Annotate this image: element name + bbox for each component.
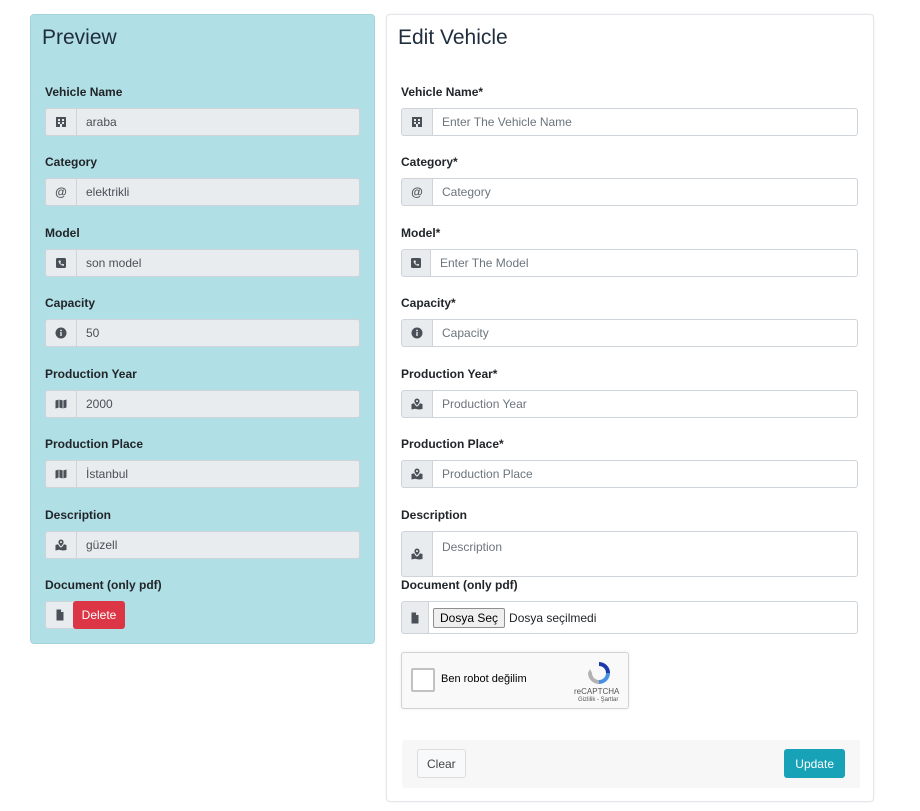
- recaptcha-brand: reCAPTCHA: [574, 687, 620, 696]
- description-label: Description: [401, 508, 468, 522]
- map-marked-icon: [45, 531, 76, 559]
- production-year-label: Production Year*: [401, 367, 498, 381]
- production-year-row: Production Year: [401, 390, 858, 418]
- edit-vehicle-card: Edit Vehicle Vehicle Name* Enter The Veh…: [386, 14, 874, 802]
- preview-vehicle-name-row: araba: [45, 108, 360, 136]
- preview-category-row: @ elektrikli: [45, 178, 360, 206]
- preview-category-value: elektrikli: [76, 178, 360, 206]
- phone-square-icon: [401, 249, 430, 277]
- info-circle-icon: [401, 319, 432, 347]
- map-icon: [45, 390, 76, 418]
- no-file-text: Dosya seçilmedi: [509, 610, 597, 625]
- production-place-input[interactable]: Production Place: [432, 460, 858, 488]
- production-place-row: Production Place: [401, 460, 858, 488]
- building-icon: [401, 108, 432, 136]
- vehicle-name-label: Vehicle Name*: [401, 85, 484, 99]
- map-icon: [45, 460, 76, 488]
- capacity-label: Capacity*: [401, 296, 456, 310]
- preview-model-row: son model: [45, 249, 360, 277]
- document-label: Document (only pdf): [401, 578, 518, 592]
- map-marked-icon: [401, 531, 432, 577]
- preview-description-row: güzell: [45, 531, 360, 559]
- preview-card: Preview Vehicle Name araba Category @ el…: [30, 14, 375, 644]
- model-row: Enter The Model: [401, 249, 858, 277]
- preview-vehicle-name-value: araba: [76, 108, 360, 136]
- edit-vehicle-title: Edit Vehicle: [398, 26, 508, 49]
- vehicle-name-input[interactable]: Enter The Vehicle Name: [432, 108, 858, 136]
- vehicle-name-row: Enter The Vehicle Name: [401, 108, 858, 136]
- preview-production-place-label: Production Place: [45, 437, 144, 451]
- building-icon: [45, 108, 76, 136]
- recaptcha-links[interactable]: Gizlilik - Şartlar: [578, 697, 618, 703]
- category-input[interactable]: Category: [432, 178, 858, 206]
- clear-button[interactable]: Clear: [417, 749, 466, 778]
- file-icon: [401, 601, 428, 634]
- preview-description-label: Description: [45, 508, 112, 522]
- delete-document-button[interactable]: Delete: [73, 601, 125, 629]
- model-input[interactable]: Enter The Model: [430, 249, 858, 277]
- recaptcha-label: Ben robot değilim: [441, 673, 527, 685]
- preview-production-year-value: 2000: [76, 390, 360, 418]
- preview-production-place-value: İstanbul: [76, 460, 360, 488]
- update-button[interactable]: Update: [784, 749, 845, 778]
- production-year-input[interactable]: Production Year: [432, 390, 858, 418]
- preview-capacity-row: 50: [45, 319, 360, 347]
- preview-model-label: Model: [45, 226, 80, 240]
- preview-description-value: güzell: [76, 531, 360, 559]
- preview-capacity-label: Capacity: [45, 296, 96, 310]
- preview-document-label: Document (only pdf): [45, 578, 162, 592]
- category-label: Category*: [401, 155, 458, 169]
- preview-title: Preview: [42, 26, 117, 49]
- at-icon: @: [45, 178, 76, 206]
- description-row: Description: [401, 531, 858, 577]
- info-circle-icon: [45, 319, 76, 347]
- preview-capacity-value: 50: [76, 319, 360, 347]
- document-row: Dosya Seç Dosya seçilmedi: [401, 601, 858, 634]
- at-icon: @: [401, 178, 432, 206]
- recaptcha-widget: Ben robot değilim reCAPTCHA Gizlilik - Ş…: [401, 652, 629, 709]
- description-textarea[interactable]: Description: [432, 531, 858, 577]
- recaptcha-logo-icon: [588, 662, 610, 684]
- preview-vehicle-name-label: Vehicle Name: [45, 85, 123, 99]
- capacity-input[interactable]: Capacity: [432, 319, 858, 347]
- choose-file-button[interactable]: Dosya Seç: [433, 607, 506, 628]
- preview-category-label: Category: [45, 155, 98, 169]
- preview-production-year-label: Production Year: [45, 367, 137, 381]
- document-file-input[interactable]: Dosya Seç Dosya seçilmedi: [428, 601, 858, 634]
- form-footer: Clear Update: [402, 740, 860, 788]
- phone-square-icon: [45, 249, 76, 277]
- map-marked-icon: [401, 460, 432, 488]
- category-row: @ Category: [401, 178, 858, 206]
- capacity-row: Capacity: [401, 319, 858, 347]
- model-label: Model*: [401, 226, 441, 240]
- preview-model-value: son model: [76, 249, 360, 277]
- map-marked-icon: [401, 390, 432, 418]
- recaptcha-checkbox[interactable]: [411, 668, 435, 692]
- production-place-label: Production Place*: [401, 437, 504, 451]
- file-icon: [45, 601, 73, 629]
- preview-production-place-row: İstanbul: [45, 460, 360, 488]
- preview-production-year-row: 2000: [45, 390, 360, 418]
